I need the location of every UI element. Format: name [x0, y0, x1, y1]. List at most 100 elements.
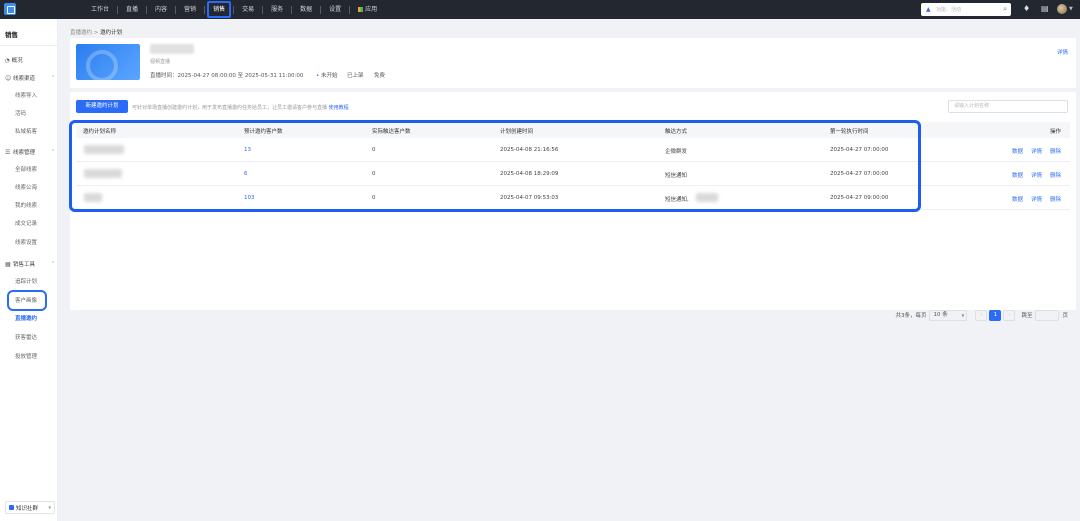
- prev-page-button[interactable]: ‹: [975, 309, 988, 321]
- nav-item-data[interactable]: 数据: [295, 0, 317, 19]
- sidebar-item-overview[interactable]: ◔ 概况: [5, 56, 23, 64]
- nav-divider: [320, 5, 322, 14]
- live-subtitle: 视频直播: [150, 59, 171, 65]
- nav-divider: [349, 5, 351, 14]
- delete-button[interactable]: 删除: [1050, 147, 1061, 155]
- notification-bell-icon[interactable]: ♦: [1023, 4, 1030, 14]
- plan-search-input[interactable]: 请输入计划名称: [948, 100, 1068, 113]
- sidebar-group-label: 销售工具: [13, 262, 36, 268]
- live-status-label: 未开始: [321, 73, 338, 79]
- chevron-down-icon: ▾: [48, 504, 51, 511]
- global-search-input[interactable]: ▲ 功能、活动 ⌕: [921, 3, 1011, 16]
- nav-item-settings[interactable]: 设置: [324, 0, 346, 19]
- sidebar-divider: [0, 45, 58, 46]
- page-size-select[interactable]: 10 条 ▼: [929, 309, 968, 321]
- live-name-redacted: [150, 44, 194, 54]
- pagination: 共3条， 每页 10 条 ▼ ‹ 1 › 跳至 页: [895, 309, 1068, 321]
- nav-divider: [117, 5, 119, 14]
- nav-divider: [262, 5, 264, 14]
- sidebar-item-deal-records[interactable]: 成交记录: [15, 219, 37, 227]
- sidebar-item-my-leads[interactable]: 我的线索: [15, 201, 37, 209]
- knowledge-community-button[interactable]: 知识社群 ▾: [5, 501, 55, 514]
- sidebar-item-live-invite[interactable]: 直播邀约: [15, 314, 37, 322]
- page-suffix: 页: [1062, 313, 1068, 319]
- nav-item-apps[interactable]: 应用: [353, 0, 382, 19]
- avatar[interactable]: [1057, 4, 1067, 14]
- breadcrumb-current: 邀约计划: [100, 30, 123, 36]
- live-cover-image: [76, 44, 140, 80]
- total-count: 共3条，: [895, 313, 916, 319]
- sidebar-item-overview-label: 概况: [11, 58, 23, 64]
- sidebar-item-live-code[interactable]: 活码: [15, 109, 26, 117]
- chevron-down-icon[interactable]: ▼: [1069, 6, 1073, 12]
- nav-item-trade[interactable]: 交易: [237, 0, 259, 19]
- nav-item-marketing[interactable]: 营销: [179, 0, 201, 19]
- detail-button[interactable]: 详情: [1031, 195, 1042, 203]
- nav-item-service[interactable]: 服务: [266, 0, 288, 19]
- delete-button[interactable]: 删除: [1050, 195, 1061, 203]
- new-invite-plan-button[interactable]: 新建邀约计划: [76, 100, 128, 113]
- status-badge: • 未开始: [316, 71, 338, 79]
- sidebar-item-private-acquire[interactable]: 私域拓客: [15, 127, 37, 135]
- delete-button[interactable]: 删除: [1050, 171, 1061, 179]
- data-button[interactable]: 数据: [1012, 171, 1023, 179]
- sidebar-group-sales-tools[interactable]: ▦ 销售工具 ⌃: [5, 260, 55, 269]
- page-size-value: 10 条: [933, 311, 948, 318]
- data-button[interactable]: 数据: [1012, 195, 1023, 203]
- community-icon: [9, 505, 14, 510]
- sidebar-item-lead-import[interactable]: 线索导入: [15, 91, 37, 99]
- sidebar-group-lead-management[interactable]: ☰ 线索管理 ⌃: [5, 148, 55, 157]
- chevron-up-icon: ⌃: [50, 75, 55, 81]
- page-button[interactable]: 1: [989, 309, 1002, 321]
- nav-item-apps-label: 应用: [365, 6, 378, 13]
- next-page-button[interactable]: ›: [1003, 309, 1016, 321]
- people-icon: ☺: [5, 74, 12, 82]
- sidebar-item-ad-management[interactable]: 投放管理: [15, 352, 37, 360]
- sidebar-group-label: 线索渠道: [13, 76, 36, 82]
- nav-divider: [146, 5, 148, 14]
- main-nav: 工作台 直播 内容 营销 销售 交易 服务 数据 设置 应用: [86, 0, 382, 19]
- apps-grid-icon: [358, 7, 364, 12]
- nav-highlight-box: [207, 1, 232, 18]
- knowledge-community-label: 知识社群: [16, 505, 39, 512]
- publish-status: 已上架: [347, 73, 364, 79]
- search-icon[interactable]: ⌕: [1003, 5, 1007, 14]
- nav-item-sales[interactable]: 销售: [207, 0, 232, 19]
- sidebar-item-acquire-radar[interactable]: 获客雷达: [15, 333, 37, 341]
- goto-label: 跳至: [1021, 313, 1033, 319]
- app-logo-icon[interactable]: [4, 3, 16, 15]
- live-detail-link[interactable]: 详情: [1057, 48, 1068, 56]
- nav-divider: [233, 5, 235, 14]
- list-icon: ☰: [5, 148, 11, 156]
- nav-item-workbench[interactable]: 工作台: [86, 0, 114, 19]
- nav-item-content[interactable]: 内容: [150, 0, 172, 19]
- plans-hint: 可针对单场直播创建邀约计划，用于发布直播邀约任务给员工，让员工邀请客户参与直播 …: [132, 104, 349, 111]
- nav-divider: [175, 5, 177, 14]
- data-button[interactable]: 数据: [1012, 147, 1023, 155]
- goto-page-input[interactable]: [1035, 309, 1060, 321]
- live-time: 直播时间：2025-04-27 08:00:00 至 2025-05-31 11…: [150, 73, 304, 79]
- toolbox-icon: ▦: [5, 260, 11, 268]
- detail-button[interactable]: 详情: [1031, 171, 1042, 179]
- sidebar-item-tracking-plan[interactable]: 追踪计划: [15, 277, 37, 285]
- sidebar-group-label: 线索管理: [13, 150, 36, 156]
- sidebar-item-lead-settings[interactable]: 线索设置: [15, 238, 37, 246]
- breadcrumb-parent[interactable]: 直播邀约: [70, 30, 92, 36]
- plans-hint-text: 可针对单场直播创建邀约计划，用于发布直播邀约任务给员工，让员工邀请客户参与直播: [132, 105, 328, 111]
- nav-item-live[interactable]: 直播: [121, 0, 143, 19]
- sidebar-title: 销售: [5, 31, 18, 39]
- nav-divider: [204, 5, 206, 14]
- tutorial-link[interactable]: 使用教程: [329, 105, 349, 111]
- chevron-down-icon: ▼: [961, 312, 965, 318]
- price-label: 免费: [374, 73, 386, 79]
- sidebar-item-all-leads[interactable]: 全部线索: [15, 165, 37, 173]
- sidebar: 销售 ◔ 概况 ☺ 线索渠道 ⌃ 线索导入 活码 私域拓客 ☰ 线索管理 ⌃ 全部线索 …: [0, 19, 58, 521]
- chevron-up-icon: ⌃: [50, 261, 55, 267]
- breadcrumb: 直播邀约 > 邀约计划: [70, 28, 122, 36]
- sidebar-item-lead-pool[interactable]: 线索公海: [15, 183, 37, 191]
- sidebar-group-lead-channels[interactable]: ☺ 线索渠道 ⌃: [5, 74, 55, 83]
- live-info-card: 视频直播 直播时间：2025-04-27 08:00:00 至 2025-05-…: [70, 38, 1076, 88]
- col-actions: 操作: [1050, 129, 1062, 135]
- detail-button[interactable]: 详情: [1031, 147, 1042, 155]
- calendar-icon[interactable]: ▤: [1041, 4, 1049, 14]
